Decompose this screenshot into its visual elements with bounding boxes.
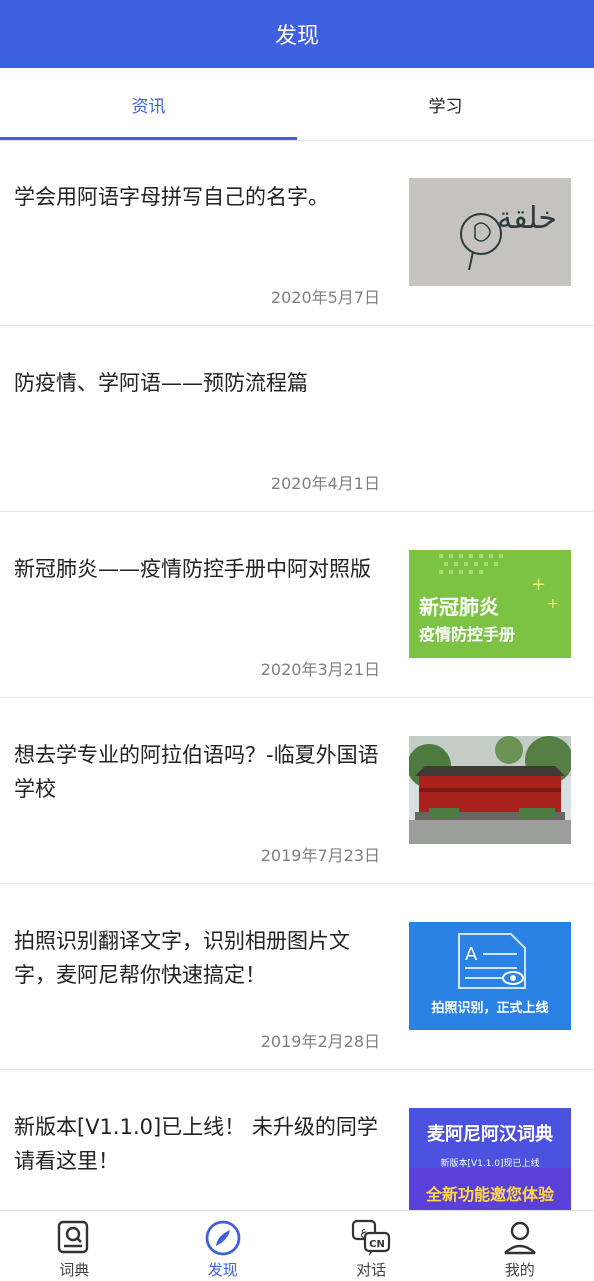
school-building-thumbnail-image — [409, 736, 571, 844]
list-item[interactable]: 防疫情、学阿语——预防流程篇 2020年4月1日 — [0, 326, 594, 512]
thumb-title: 新冠肺炎 — [419, 595, 499, 619]
tab-study-label: 学习 — [429, 92, 463, 117]
nav-dialogue-label: 对话 — [356, 1259, 386, 1280]
article-thumbnail: 麦阿尼阿汉词典 新版本[V1.1.0]现已上线 全新功能邀您体验 — [409, 1108, 571, 1210]
article-title: 想去学专业的阿拉伯语吗？-临夏外国语学校 — [14, 738, 380, 806]
article-title: 防疫情、学阿语——预防流程篇 — [14, 366, 380, 400]
tab-news-label: 资讯 — [132, 92, 166, 117]
article-title: 拍照识别翻译文字，识别相册图片文字，麦阿尼帮你快速搞定！ — [14, 924, 380, 992]
dictionary-promo-thumbnail-image: 麦阿尼阿汉词典 新版本[V1.1.0]现已上线 全新功能邀您体验 — [409, 1108, 571, 1210]
calligraphy-thumbnail-image: خلقة — [409, 178, 571, 286]
nav-profile-label: 我的 — [505, 1259, 535, 1280]
list-item[interactable]: 拍照识别翻译文字，识别相册图片文字，麦阿尼帮你快速搞定！ 2019年2月28日 … — [0, 884, 594, 1070]
nav-profile[interactable]: 我的 — [446, 1211, 594, 1281]
article-thumbnail — [409, 736, 571, 844]
nav-discover-label: 发现 — [208, 1259, 238, 1280]
tab-news[interactable]: 资讯 — [0, 68, 297, 140]
list-item[interactable]: 想去学专业的阿拉伯语吗？-临夏外国语学校 2019年7月23日 — [0, 698, 594, 884]
covid-handbook-thumbnail-image: + + 新冠肺炎 疫情防控手册 — [409, 550, 571, 658]
tab-study[interactable]: 学习 — [297, 68, 594, 140]
article-thumbnail: + + 新冠肺炎 疫情防控手册 — [409, 550, 571, 658]
article-date: 2020年5月7日 — [271, 284, 380, 308]
article-date: 2020年3月21日 — [261, 656, 380, 680]
nav-dialogue[interactable]: ع CN 对话 — [297, 1211, 446, 1281]
nav-dictionary[interactable]: 词典 — [0, 1211, 149, 1281]
app-header: 发现 — [0, 0, 594, 68]
article-thumbnail: A 拍照识别，正式上线 — [409, 922, 571, 1030]
profile-icon — [500, 1219, 540, 1257]
thumb-caption: 拍照识别，正式上线 — [431, 1000, 548, 1016]
list-item[interactable]: 新冠肺炎——疫情防控手册中阿对照版 2020年3月21日 + + 新冠肺炎 疫情… — [0, 512, 594, 698]
thumb-subtitle: 新版本[V1.1.0]现已上线 — [440, 1157, 539, 1169]
article-list[interactable]: 学会用阿语字母拼写自己的名字。 2020年5月7日 خلقة 防疫情、学阿语——… — [0, 140, 594, 1210]
tab-bar: 资讯 学习 — [0, 68, 594, 141]
svg-text:A: A — [465, 944, 478, 965]
svg-text:+: + — [531, 574, 546, 595]
svg-text:+: + — [547, 596, 559, 612]
thumb-subtitle: 疫情防控手册 — [419, 625, 515, 644]
thumb-title: 麦阿尼阿汉词典 — [427, 1123, 553, 1145]
compass-icon — [203, 1219, 243, 1257]
article-date: 2019年7月23日 — [261, 842, 380, 866]
nav-discover[interactable]: 发现 — [149, 1211, 298, 1281]
article-thumbnail: خلقة — [409, 178, 571, 286]
cn-badge-text: CN — [369, 1239, 385, 1250]
arabic-calligraphy-text: خلقة — [497, 201, 557, 236]
article-title: 新冠肺炎——疫情防控手册中阿对照版 — [14, 552, 380, 586]
bottom-navigation: 词典 发现 ع CN 对话 — [0, 1210, 594, 1281]
article-title: 新版本[V1.1.0]已上线！ 未升级的同学请看这里！ — [14, 1110, 380, 1178]
dictionary-icon — [54, 1219, 94, 1257]
page-title: 发现 — [275, 18, 319, 50]
list-item[interactable]: 学会用阿语字母拼写自己的名字。 2020年5月7日 خلقة — [0, 140, 594, 326]
nav-dictionary-label: 词典 — [59, 1259, 89, 1280]
dialogue-icon: ع CN — [351, 1219, 391, 1257]
article-date: 2020年4月1日 — [271, 470, 380, 494]
list-item[interactable]: 新版本[V1.1.0]已上线！ 未升级的同学请看这里！ 麦阿尼阿汉词典 新版本[… — [0, 1070, 594, 1210]
photo-recognition-thumbnail-image: A 拍照识别，正式上线 — [409, 922, 571, 1030]
thumb-slogan: 全新功能邀您体验 — [425, 1185, 555, 1204]
article-date: 2019年2月28日 — [261, 1028, 380, 1052]
article-title: 学会用阿语字母拼写自己的名字。 — [14, 180, 380, 214]
